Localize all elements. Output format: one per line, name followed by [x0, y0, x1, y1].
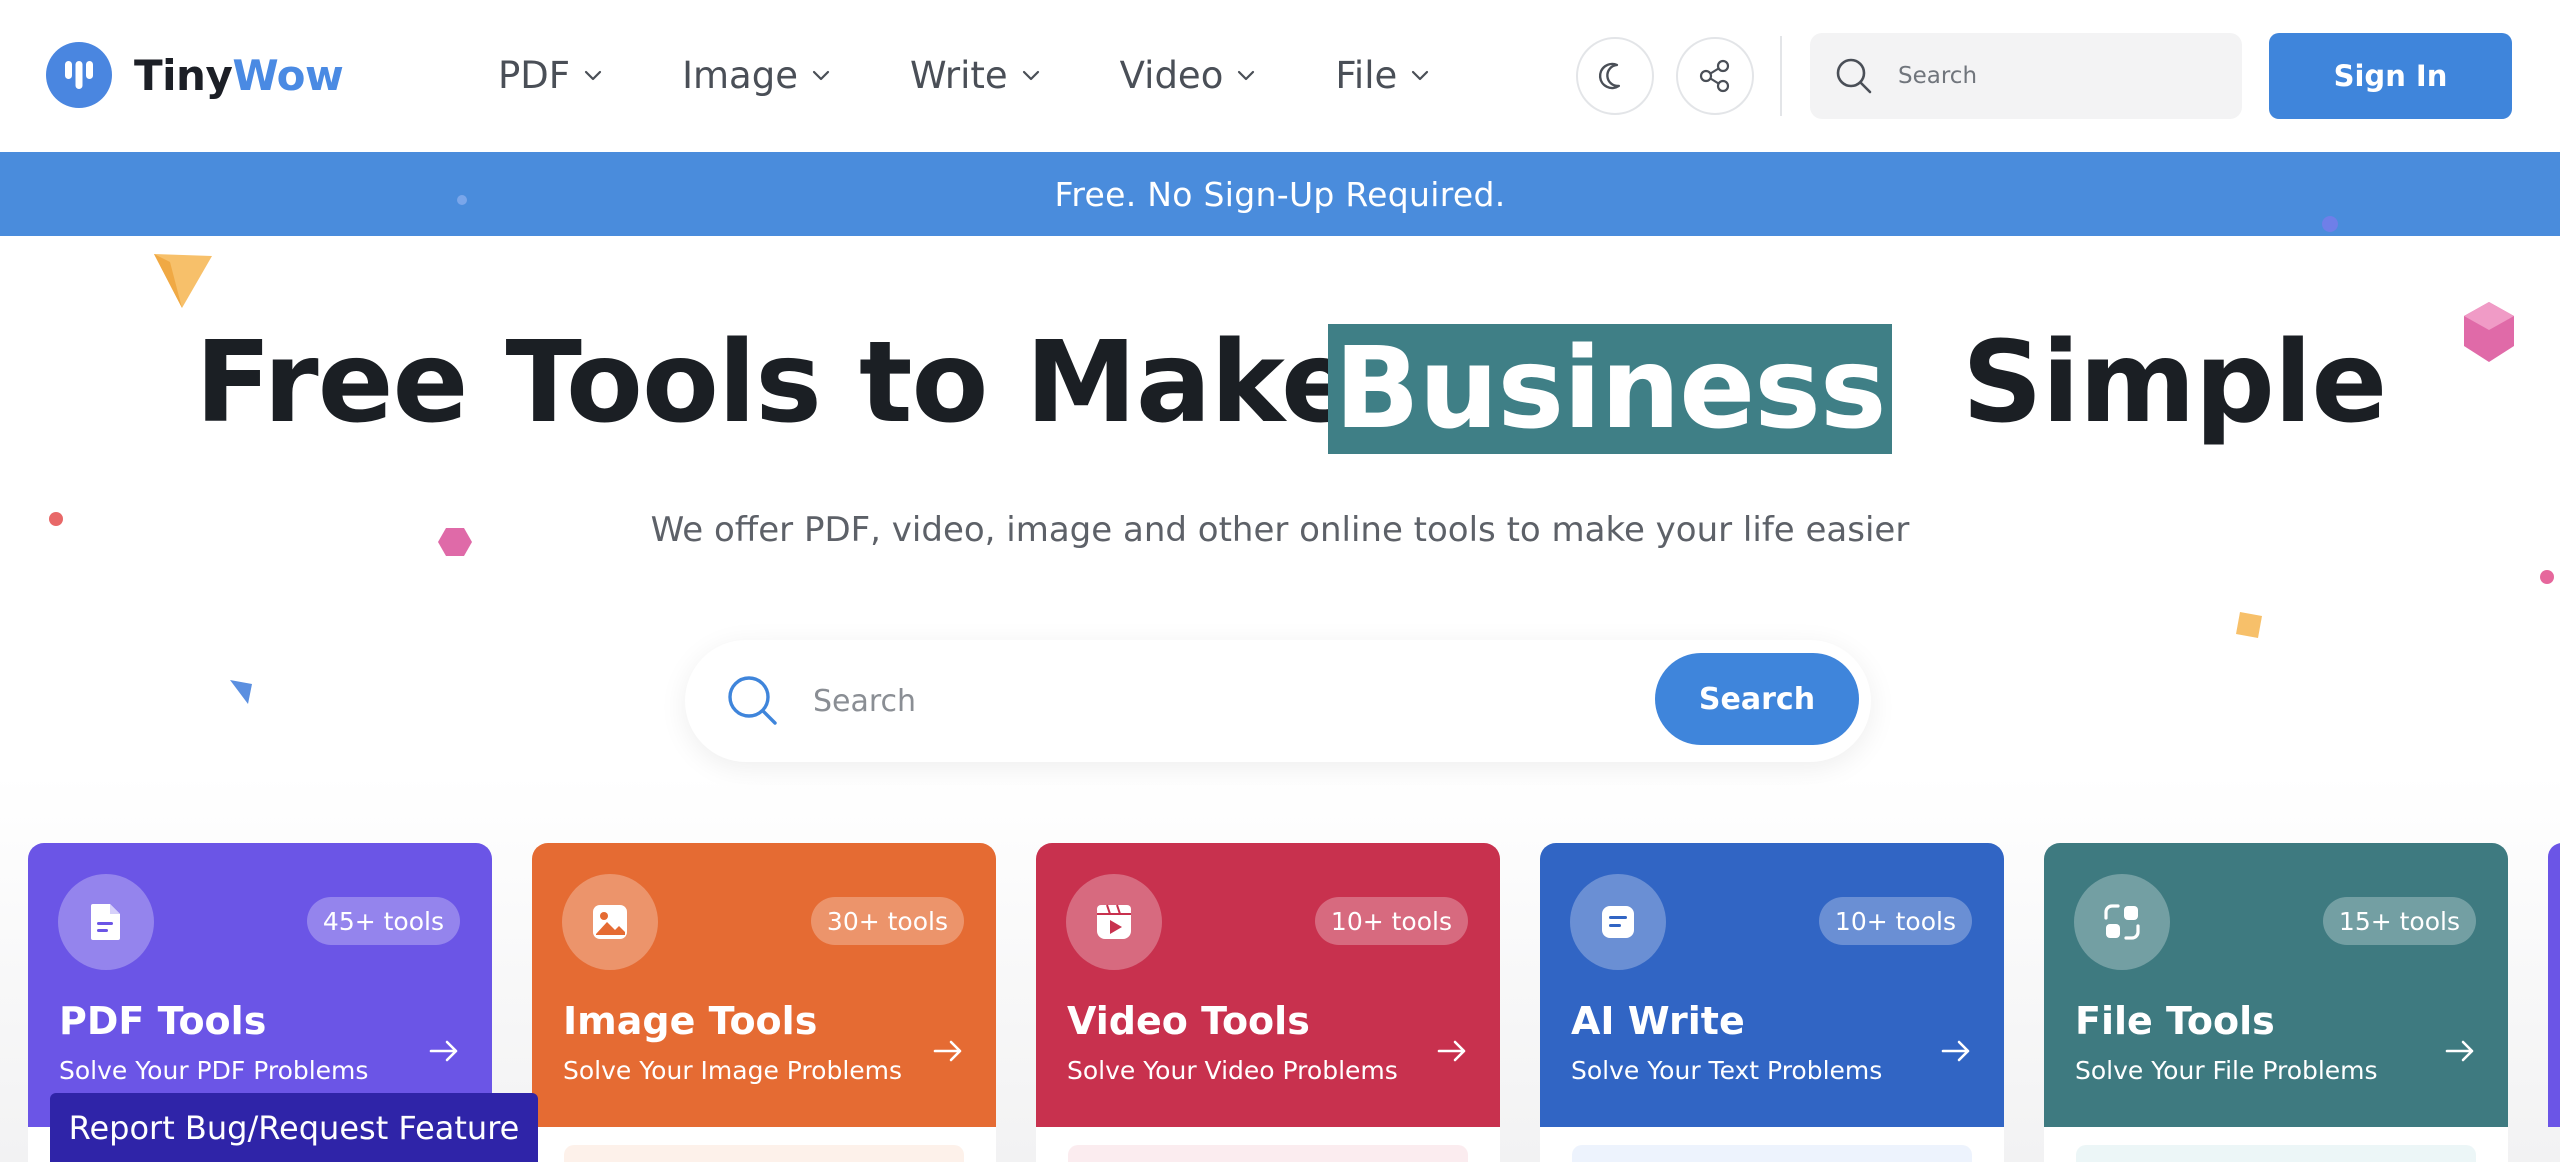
card-video-tools[interactable]: 10+ tools Video Tools Solve Your Video P…: [1036, 843, 1500, 1162]
decorative-triangle-icon: [230, 680, 252, 704]
arrow-right-icon: [933, 1040, 962, 1062]
card-footer: [1540, 1127, 2004, 1162]
tools-count-badge: 15+ tools: [2322, 897, 2476, 945]
nav-video[interactable]: Video: [1120, 50, 1258, 100]
site-header: TinyWow PDF Image Write Video File Searc…: [0, 0, 2560, 152]
headline-start: Free Tools to Make: [195, 318, 1357, 448]
decorative-dot: [2322, 216, 2338, 232]
search-icon: [728, 676, 777, 725]
tools-count-badge: 30+ tools: [810, 897, 964, 945]
sign-in-button[interactable]: Sign In: [2269, 33, 2512, 119]
nav-video-label: Video: [1119, 53, 1224, 97]
chevron-down-icon: [812, 70, 830, 81]
report-bug-button[interactable]: Report Bug/Request Feature: [50, 1093, 538, 1162]
nav-file-label: File: [1335, 53, 1398, 97]
card-footer: [1036, 1127, 1500, 1162]
decorative-dot: [2540, 570, 2554, 584]
share-button[interactable]: [1676, 37, 1754, 115]
nav-write-label: Write: [909, 53, 1008, 97]
card-title: File Tools: [2075, 999, 2275, 1043]
arrow-right-icon: [1941, 1040, 1970, 1062]
search-icon: [1836, 58, 1872, 94]
nav-pdf[interactable]: PDF: [498, 50, 604, 100]
card-file-tools[interactable]: 15+ tools File Tools Solve Your File Pro…: [2044, 843, 2508, 1162]
card-subtitle: Solve Your Text Problems: [1571, 1056, 1883, 1085]
hero-headline: Free Tools to Make Business Simple: [0, 318, 2560, 458]
header-search[interactable]: [1810, 33, 2242, 119]
file-convert-icon: [2074, 874, 2170, 970]
logo-text-tiny: Tiny: [134, 50, 233, 100]
logo-mark-icon: [46, 42, 112, 108]
card-footer: [532, 1127, 996, 1162]
header-search-input[interactable]: [1898, 63, 2218, 89]
next-card-edge[interactable]: [2548, 843, 2560, 1127]
nav-image[interactable]: Image: [682, 50, 832, 100]
tools-count-badge: 10+ tools: [1818, 897, 1972, 945]
pdf-document-icon: [58, 874, 154, 970]
card-title: Image Tools: [563, 999, 818, 1043]
promo-banner: Free. No Sign-Up Required.: [0, 152, 2560, 236]
logo-text-wow: Wow: [232, 50, 344, 100]
chevron-down-icon: [1238, 70, 1255, 81]
chevron-down-icon: [1412, 70, 1429, 81]
video-play-icon: [1066, 874, 1162, 970]
card-subtitle: Solve Your PDF Problems: [59, 1056, 369, 1085]
headline-highlight: Business: [1328, 324, 1892, 454]
header-divider: [1780, 36, 1782, 116]
main-nav: PDF Image Write Video File: [498, 50, 1509, 100]
hero-search-input[interactable]: [813, 683, 1603, 719]
hero-subheading: We offer PDF, video, image and other onl…: [650, 510, 1910, 550]
tinywow-logo[interactable]: TinyWow: [46, 42, 344, 108]
card-title: AI Write: [1571, 999, 1745, 1043]
card-image-tools[interactable]: 30+ tools Image Tools Solve Your Image P…: [532, 843, 996, 1162]
chevron-down-icon: [584, 70, 602, 81]
tools-count-badge: 10+ tools: [1314, 897, 1468, 945]
card-title: Video Tools: [1067, 999, 1310, 1043]
dark-mode-toggle[interactable]: [1576, 37, 1654, 115]
share-icon: [1699, 59, 1730, 93]
hero-search[interactable]: Search: [685, 640, 1871, 762]
card-subtitle: Solve Your File Problems: [2075, 1056, 2378, 1085]
card-subtitle: Solve Your Image Problems: [563, 1056, 903, 1085]
tools-count-badge: 45+ tools: [306, 897, 460, 945]
arrow-right-icon: [1437, 1040, 1466, 1062]
card-title: PDF Tools: [59, 999, 267, 1043]
arrow-right-icon: [2445, 1040, 2474, 1062]
image-icon: [562, 874, 658, 970]
chevron-down-icon: [1022, 70, 1039, 81]
decorative-square-icon: [2236, 612, 2262, 638]
arrow-right-icon: [429, 1040, 458, 1062]
text-document-icon: [1570, 874, 1666, 970]
logo-wordmark: TinyWow: [134, 50, 344, 100]
card-ai-write[interactable]: 10+ tools AI Write Solve Your Text Probl…: [1540, 843, 2004, 1162]
nav-write[interactable]: Write: [910, 50, 1042, 100]
nav-image-label: Image: [682, 53, 798, 97]
moon-icon: [1598, 62, 1621, 90]
headline-end: Simple: [1962, 318, 2387, 448]
decorative-dot: [457, 195, 467, 205]
decorative-shape-icon: [154, 254, 212, 308]
hero-search-button[interactable]: Search: [1655, 653, 1859, 745]
banner-text: Free. No Sign-Up Required.: [1054, 174, 1506, 214]
card-subtitle: Solve Your Video Problems: [1067, 1056, 1398, 1085]
card-footer: [2044, 1127, 2508, 1162]
nav-pdf-label: PDF: [498, 53, 571, 97]
nav-file[interactable]: File: [1335, 50, 1431, 100]
